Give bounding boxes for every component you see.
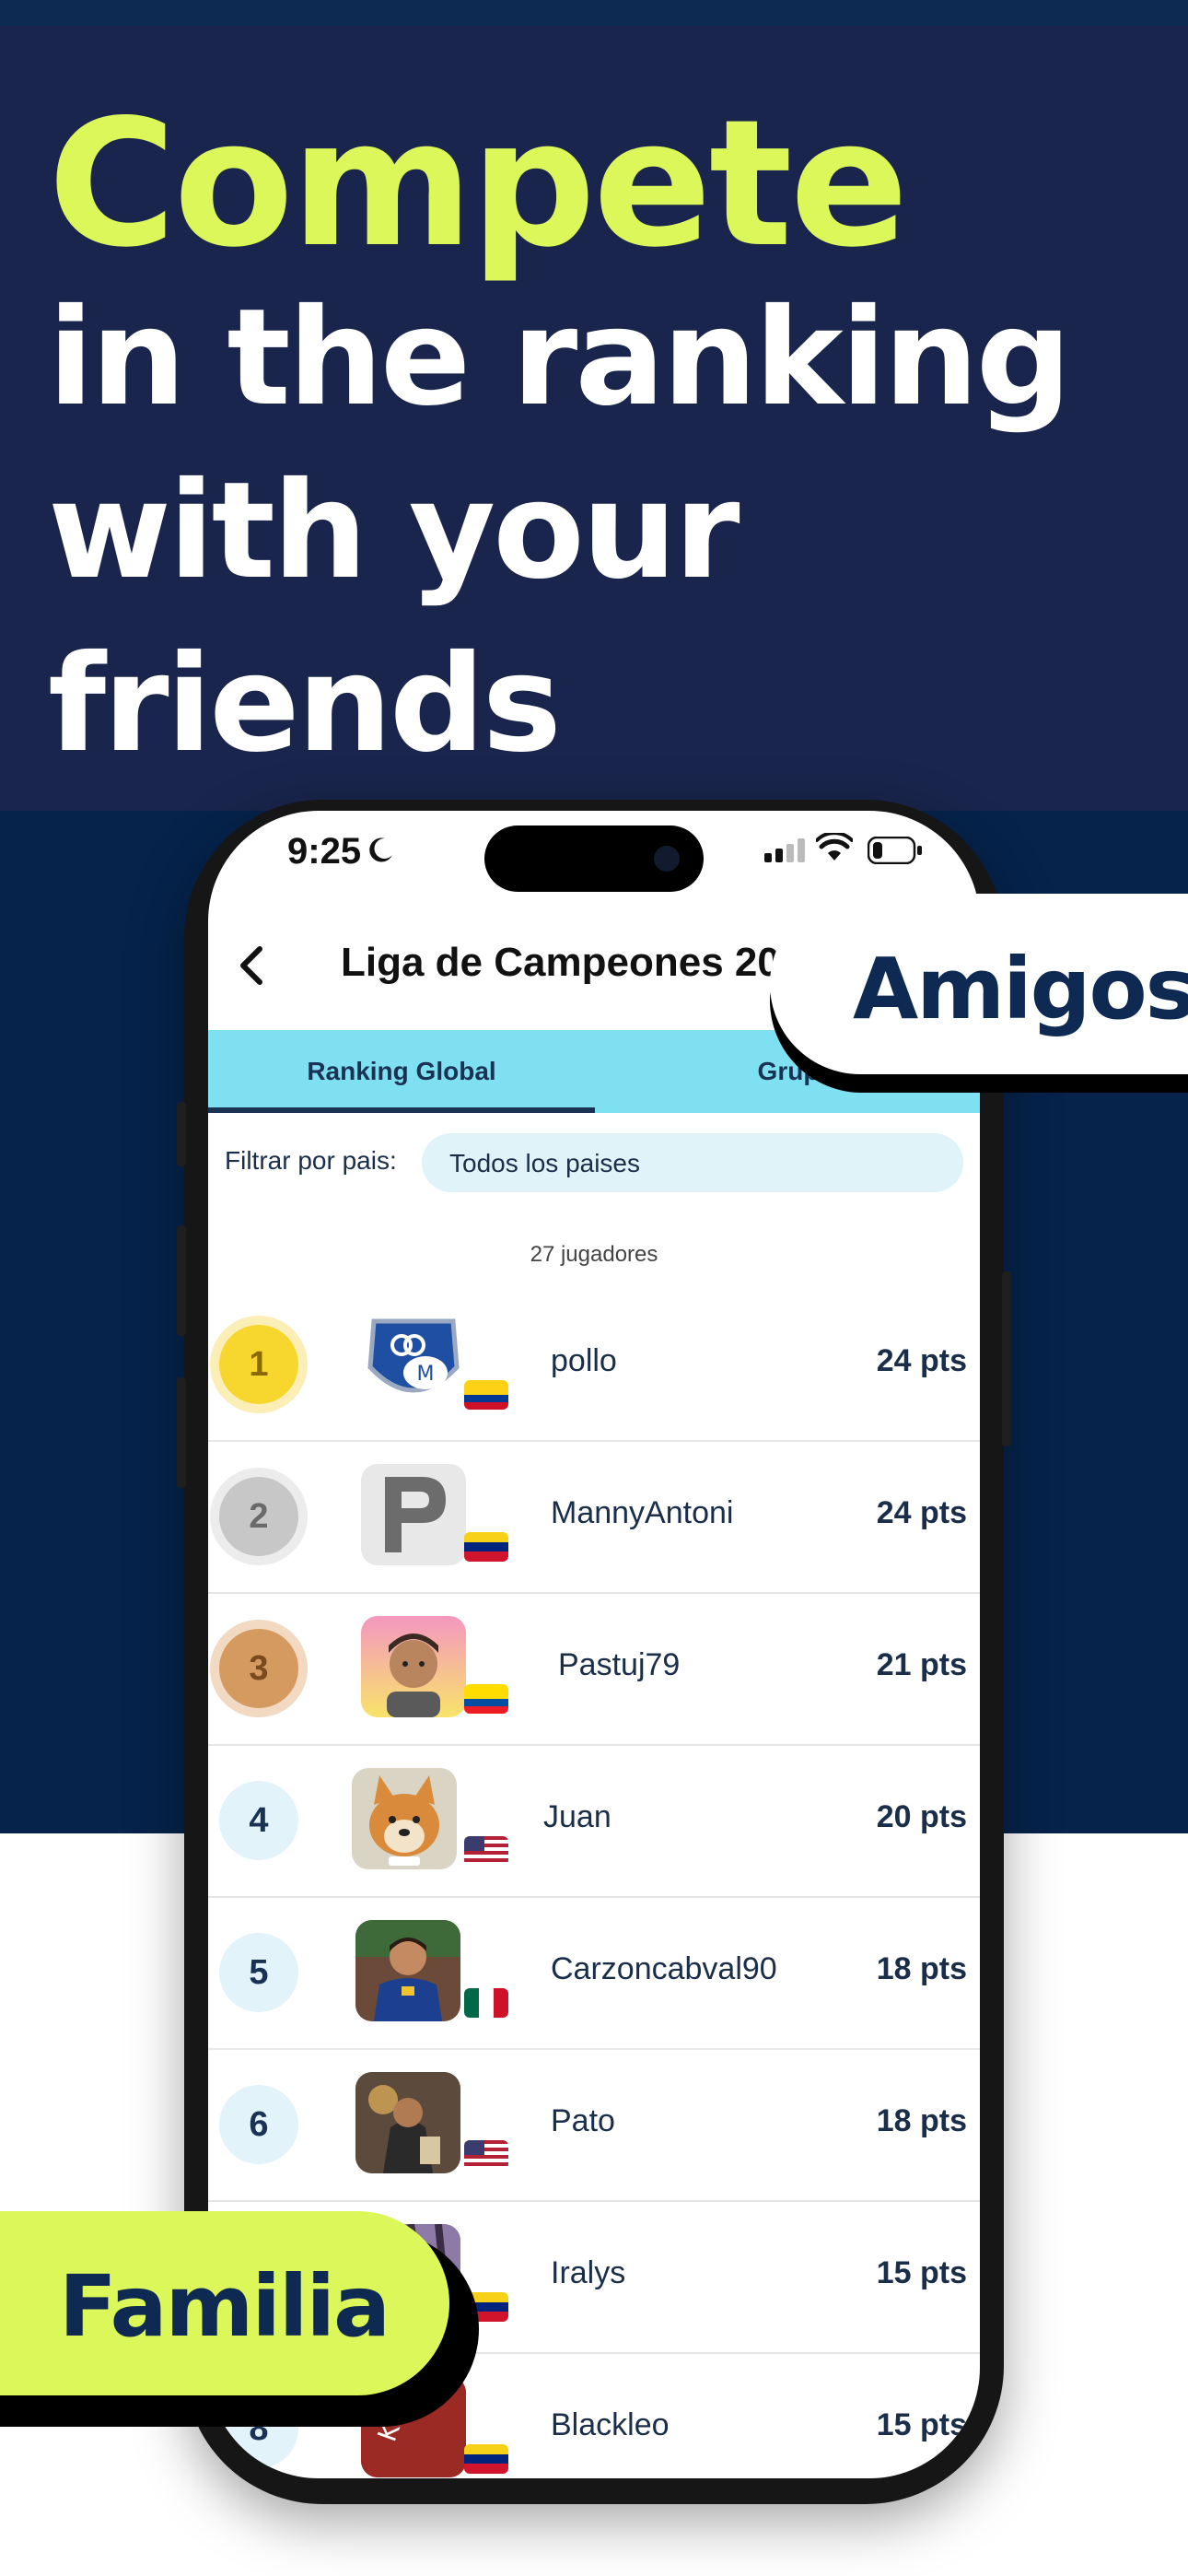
- headline-line-1: Compete: [48, 82, 909, 286]
- player-name: Iralys: [551, 2255, 626, 2290]
- player-points: 20 pts: [876, 1799, 967, 1834]
- rank-badge: 5: [219, 1933, 298, 2012]
- player-points: 15 pts: [876, 2255, 967, 2290]
- player-points: 24 pts: [876, 1495, 967, 1530]
- player-points: 24 pts: [876, 1343, 967, 1378]
- back-arrow-icon[interactable]: [227, 938, 282, 993]
- player-points: 18 pts: [876, 2103, 967, 2138]
- avatar: [361, 1616, 466, 1717]
- flag-venezuela: [464, 2444, 508, 2474]
- camera-icon: [654, 846, 680, 872]
- country-filter-select[interactable]: Todos los paises: [422, 1133, 963, 1192]
- signal-icon: [764, 838, 805, 862]
- player-name: Pato: [551, 2103, 615, 2138]
- friends-callout-label: Amigos: [853, 940, 1188, 1038]
- phone-volume-down: [177, 1377, 186, 1488]
- dynamic-island: [484, 825, 704, 892]
- headline-line-3: with your: [48, 453, 740, 609]
- avatar: [352, 1768, 457, 1869]
- filter-label: Filtrar por pais:: [225, 1146, 397, 1175]
- country-filter-value: Todos los paises: [449, 1149, 641, 1177]
- player-name: Pastuj79: [558, 1647, 681, 1682]
- flag-venezuela: [464, 1532, 508, 1562]
- avatar: [355, 2072, 460, 2173]
- phone-action-button: [177, 1102, 186, 1166]
- flag-ecuador: [464, 1684, 508, 1714]
- player-count: 27 jugadores: [530, 1242, 658, 1267]
- page-title: Liga de Campeones 20: [341, 940, 780, 985]
- avatar: M: [361, 1312, 466, 1413]
- rank-badge: 2: [219, 1477, 298, 1556]
- rank-badge: 6: [219, 2085, 298, 2164]
- family-callout: Familia: [0, 2211, 449, 2395]
- status-time: 9:25: [287, 831, 362, 872]
- avatar: [355, 1920, 460, 2021]
- family-callout-label: Familia: [59, 2257, 390, 2356]
- flag-mexico: [464, 1988, 508, 2018]
- ranking-row[interactable]: 4 Juan 20 pts: [208, 1746, 980, 1898]
- ranking-row[interactable]: 6 Pato 18 pts: [208, 2050, 980, 2202]
- friends-callout: Amigos: [770, 894, 1188, 1074]
- ranking-row[interactable]: 5 Carzoncabval90 18 pts: [208, 1898, 980, 2050]
- phone-volume-up: [177, 1225, 186, 1336]
- tab-ranking-global[interactable]: Ranking Global: [208, 1030, 595, 1113]
- ranking-row[interactable]: 1 M pollo 24 pts: [208, 1290, 980, 1442]
- headline: Compete in the ranking with your friends: [48, 82, 1072, 791]
- player-name: Juan: [543, 1799, 611, 1834]
- flag-colombia: [464, 1380, 508, 1410]
- rank-badge: 3: [219, 1629, 298, 1708]
- top-strip: [0, 0, 1188, 26]
- moon-icon: [369, 837, 392, 862]
- player-points: 15 pts: [876, 2407, 967, 2442]
- avatar: [361, 1464, 466, 1565]
- player-name: pollo: [551, 1343, 617, 1378]
- player-name: Blackleo: [551, 2407, 670, 2442]
- flag-usa: [464, 2140, 508, 2170]
- player-points: 21 pts: [876, 1647, 967, 1682]
- svg-text:M: M: [417, 1363, 435, 1386]
- player-name: Carzoncabval90: [551, 1951, 777, 1986]
- player-points: 18 pts: [876, 1951, 967, 1986]
- flag-usa: [464, 1836, 508, 1866]
- headline-line-2: in the ranking: [48, 280, 1072, 436]
- wifi-icon: [816, 833, 853, 861]
- phone-power-button: [1002, 1271, 1011, 1446]
- rank-badge: 1: [219, 1325, 298, 1404]
- player-name: MannyAntoni: [551, 1495, 734, 1530]
- ranking-row[interactable]: 2 MannyAntoni 24 pts: [208, 1442, 980, 1594]
- battery-icon: [868, 837, 922, 864]
- ranking-row[interactable]: 3 Pastuj79 21 pts: [208, 1594, 980, 1746]
- rank-badge: 4: [219, 1781, 298, 1860]
- headline-line-4: friends: [48, 626, 562, 782]
